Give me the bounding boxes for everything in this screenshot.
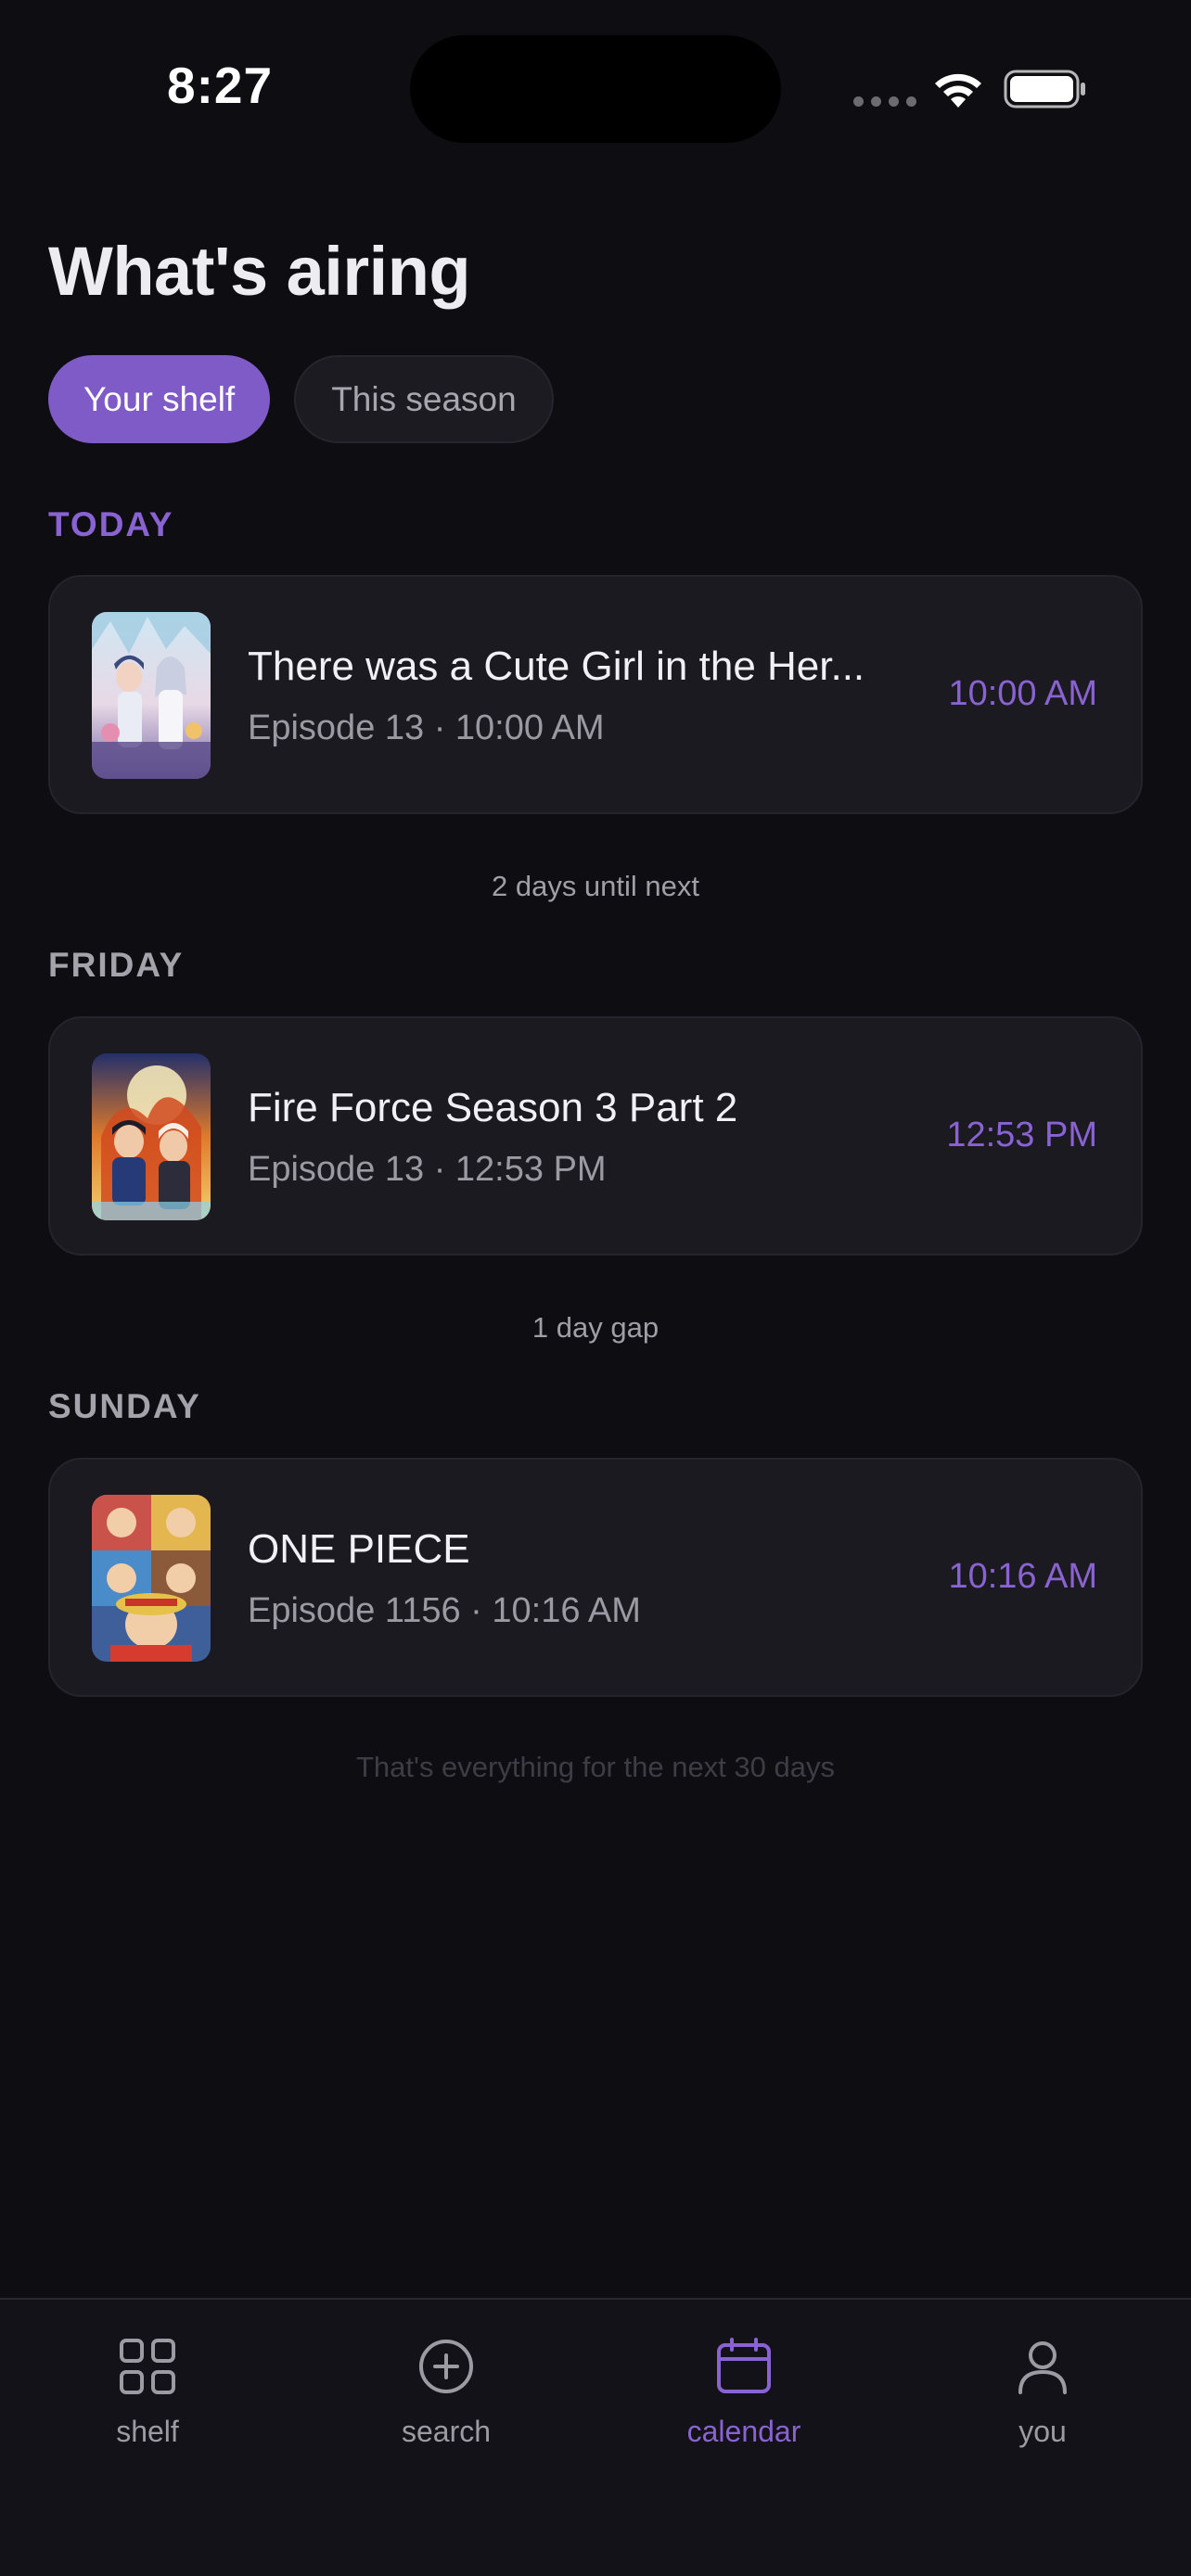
gap-note: 1 day gap — [531, 1311, 660, 1344]
tab-you[interactable]: you — [950, 2337, 1135, 2449]
day-header-sunday: SUNDAY — [48, 1387, 201, 1425]
tab-label: shelf — [116, 2415, 179, 2448]
end-of-list-note: That's everything for the next 30 days — [356, 1751, 835, 1783]
filter-segments: Your shelf This season — [48, 355, 554, 443]
plus-circle-icon — [419, 2340, 473, 2393]
anime-poster — [92, 1053, 211, 1220]
day-header-today: TODAY — [48, 505, 174, 543]
anime-title: ONE PIECE — [248, 1526, 470, 1572]
tab-label: you — [1018, 2415, 1067, 2448]
wifi-icon — [935, 73, 981, 108]
episode-info: Episode 13 · 12:53 PM — [248, 1150, 607, 1189]
air-time: 10:00 AM — [948, 674, 1097, 713]
episode-info: Episode 13 · 10:00 AM — [248, 708, 605, 747]
tab-shelf[interactable]: shelf — [55, 2337, 240, 2449]
person-icon — [1018, 2341, 1067, 2394]
episode-card[interactable]: ONE PIECE Episode 1156 · 10:16 AM 10:16 … — [48, 1458, 1143, 1697]
day-header-friday: FRIDAY — [48, 946, 185, 984]
anime-poster — [92, 1495, 211, 1662]
calendar-icon — [717, 2338, 771, 2393]
grid-icon — [120, 2339, 175, 2394]
battery-icon — [1004, 70, 1085, 108]
gap-note: 2 days until next — [491, 870, 700, 902]
segment-this-season[interactable]: This season — [294, 355, 554, 443]
tab-label: calendar — [686, 2415, 801, 2448]
dynamic-island — [410, 35, 781, 143]
tab-search[interactable]: search — [353, 2337, 539, 2449]
anime-title: There was a Cute Girl in the Her... — [248, 644, 865, 689]
anime-poster — [92, 612, 211, 779]
episode-card[interactable]: Fire Force Season 3 Part 2 Episode 13 · … — [48, 1016, 1143, 1256]
air-time: 12:53 PM — [946, 1116, 1097, 1154]
page-title: What's airing — [48, 233, 471, 310]
anime-title: Fire Force Season 3 Part 2 — [248, 1085, 738, 1130]
cellular-signal-icon — [853, 96, 916, 107]
tab-label: search — [401, 2415, 492, 2448]
tab-bar: shelf search calendar you — [0, 2298, 1191, 2576]
status-bar: 8:27 — [0, 0, 1191, 167]
episode-info: Episode 1156 · 10:16 AM — [248, 1591, 641, 1630]
episode-card[interactable]: There was a Cute Girl in the Her... Epis… — [48, 575, 1143, 814]
status-time: 8:27 — [167, 57, 274, 114]
segment-your-shelf[interactable]: Your shelf — [48, 355, 271, 443]
tab-calendar[interactable]: calendar — [651, 2337, 837, 2449]
air-time: 10:16 AM — [948, 1557, 1097, 1596]
